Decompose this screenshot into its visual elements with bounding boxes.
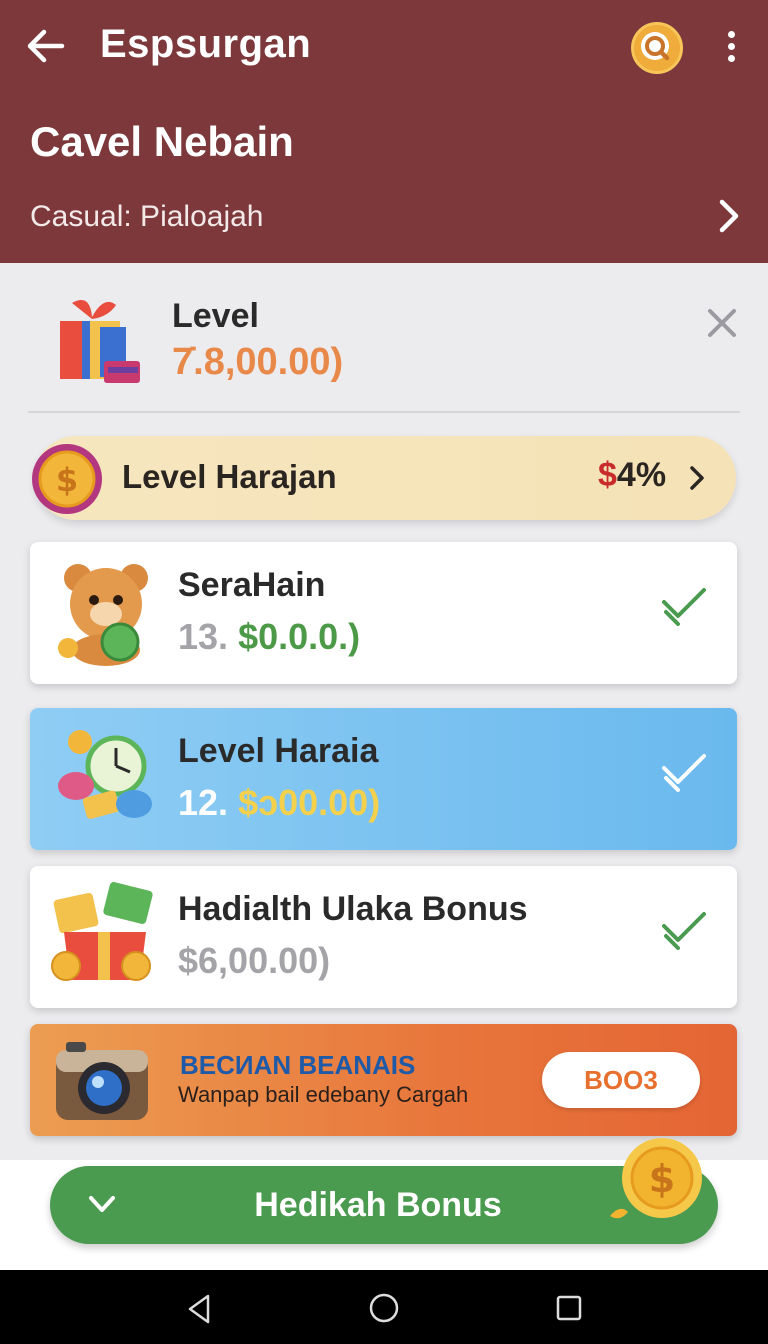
promo-title: BECИAN BEANAIS xyxy=(180,1050,416,1080)
chevron-right-icon xyxy=(686,462,708,494)
pill-percent: 4% xyxy=(616,456,667,494)
pill-value: $4% xyxy=(598,456,666,495)
system-nav-bar xyxy=(0,1270,768,1344)
clock-coins-icon xyxy=(50,722,160,834)
pill-label: Level Harajan xyxy=(122,458,337,495)
reward-value: $6,00.00) xyxy=(178,940,331,981)
search-icon[interactable] xyxy=(631,22,683,74)
check-icon xyxy=(660,748,708,792)
app-header: Espsurgan Cavel Nebain Casual: Pialoajah xyxy=(0,0,768,263)
level-card: Level 7̇.8,00.00) xyxy=(28,283,740,413)
nav-home-icon[interactable] xyxy=(368,1292,400,1324)
back-arrow-icon[interactable] xyxy=(24,24,68,68)
section-title: Cavel Nebain xyxy=(30,118,294,165)
close-icon[interactable] xyxy=(706,307,738,339)
chevron-right-icon xyxy=(712,196,746,236)
level-label: Level xyxy=(172,297,259,335)
reward-value: 12. $ↄ00.00) xyxy=(178,782,381,823)
gift-coins-icon xyxy=(50,880,160,992)
promo-banner: BECИAN BEANAIS Wanpap bail edebany Carga… xyxy=(30,1024,737,1136)
teddy-bear-coin-icon xyxy=(50,556,160,668)
pill-dollar-sign: $ xyxy=(598,456,617,494)
nav-back-icon[interactable] xyxy=(184,1292,214,1326)
subtitle-text: Casual: Pialoajah xyxy=(30,200,264,233)
promo-button[interactable]: BOO3 xyxy=(542,1052,700,1108)
reward-card[interactable]: Level Haraia 12. $ↄ00.00) xyxy=(30,708,737,850)
reward-card[interactable]: Hadialth Ulaka Bonus $6,00.00) xyxy=(30,866,737,1008)
coin-badge-icon: $ xyxy=(30,442,104,516)
app-title: Espsurgan xyxy=(100,22,312,66)
reward-card[interactable]: SeraHain 13. $0.0.0.) xyxy=(30,542,737,684)
coin-burst-icon: $ xyxy=(606,1132,716,1232)
check-icon xyxy=(660,582,708,626)
level-value: 7̇.8,00.00) xyxy=(172,341,344,383)
nav-recent-apps-icon[interactable] xyxy=(556,1295,582,1321)
reward-title: SeraHain xyxy=(178,566,326,604)
svg-text:$: $ xyxy=(649,1157,675,1201)
reward-value: 13. $0.0.0.) xyxy=(178,616,361,657)
level-harajan-pill[interactable]: $ Level Harajan $4% xyxy=(32,436,736,520)
more-vert-icon[interactable] xyxy=(716,26,746,70)
subtitle-row[interactable]: Casual: Pialoajah xyxy=(0,190,768,246)
promo-description: Wanpap bail edebany Cargah xyxy=(178,1082,469,1107)
reward-title: Hadialth Ulaka Bonus xyxy=(178,890,528,928)
reward-title: Level Haraia xyxy=(178,732,379,770)
svg-text:$: $ xyxy=(56,461,78,499)
gift-box-icon xyxy=(52,291,144,391)
check-icon xyxy=(660,906,708,950)
camera-icon xyxy=(52,1036,152,1124)
